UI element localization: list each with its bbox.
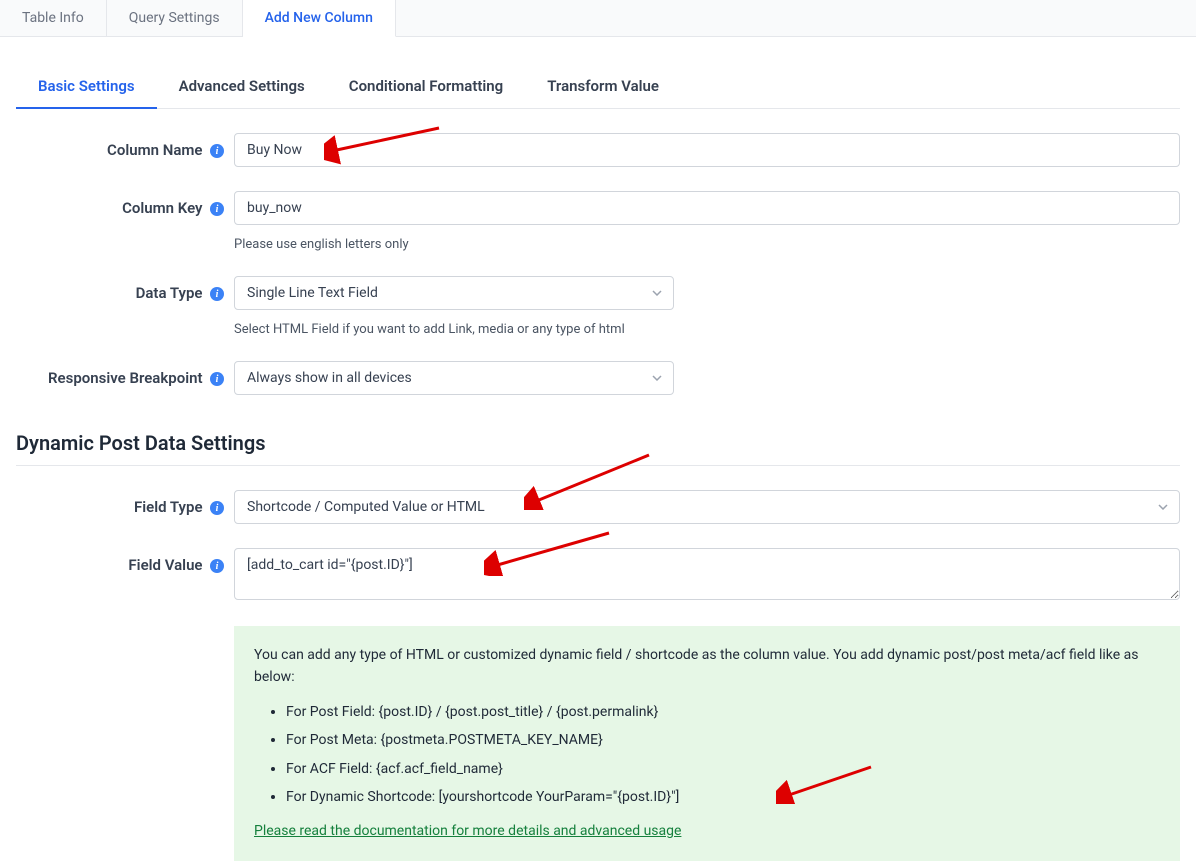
subtab-basic-settings[interactable]: Basic Settings — [16, 65, 157, 109]
field-value-label: Field Value — [128, 556, 202, 574]
info-box-item: For Post Meta: {postmeta.POSTMETA_KEY_NA… — [286, 729, 1160, 751]
subtab-conditional-formatting[interactable]: Conditional Formatting — [327, 65, 525, 108]
info-box-item: For Post Field: {post.ID} / {post.post_t… — [286, 701, 1160, 723]
column-key-helper: Please use english letters only — [234, 237, 1180, 252]
info-box-item: For Dynamic Shortcode: [yourshortcode Yo… — [286, 786, 1160, 808]
info-icon[interactable]: i — [210, 287, 224, 301]
subtab-advanced-settings[interactable]: Advanced Settings — [157, 65, 327, 108]
column-name-label: Column Name — [107, 141, 202, 159]
field-value-textarea[interactable] — [234, 548, 1180, 600]
subtab-transform-value[interactable]: Transform Value — [525, 65, 681, 108]
section-title: Dynamic Post Data Settings — [16, 431, 1180, 466]
data-type-select[interactable]: Single Line Text Field — [234, 276, 674, 310]
info-icon[interactable]: i — [210, 202, 224, 216]
responsive-label: Responsive Breakpoint — [48, 369, 203, 387]
tab-add-new-column[interactable]: Add New Column — [243, 0, 396, 37]
data-type-helper: Select HTML Field if you want to add Lin… — [234, 322, 1180, 337]
info-box-item: For ACF Field: {acf.acf_field_name} — [286, 758, 1160, 780]
info-icon[interactable]: i — [210, 144, 224, 158]
info-box-intro: You can add any type of HTML or customiz… — [254, 644, 1160, 689]
column-name-input[interactable] — [234, 133, 1180, 167]
documentation-link[interactable]: Please read the documentation for more d… — [254, 823, 681, 839]
info-icon[interactable]: i — [210, 501, 224, 515]
field-type-select[interactable]: Shortcode / Computed Value or HTML — [234, 490, 1180, 524]
info-box-list: For Post Field: {post.ID} / {post.post_t… — [286, 701, 1160, 809]
tab-table-info[interactable]: Table Info — [0, 0, 107, 36]
responsive-select[interactable]: Always show in all devices — [234, 361, 674, 395]
sub-tabs: Basic Settings Advanced Settings Conditi… — [16, 65, 1180, 109]
top-tabs: Table Info Query Settings Add New Column — [0, 0, 1196, 37]
info-icon[interactable]: i — [210, 559, 224, 573]
info-box: You can add any type of HTML or customiz… — [234, 626, 1180, 861]
column-key-input[interactable] — [234, 191, 1180, 225]
field-type-label: Field Type — [134, 498, 203, 516]
data-type-label: Data Type — [136, 284, 203, 302]
info-icon[interactable]: i — [210, 372, 224, 386]
tab-query-settings[interactable]: Query Settings — [107, 0, 243, 36]
column-key-label: Column Key — [122, 199, 202, 217]
